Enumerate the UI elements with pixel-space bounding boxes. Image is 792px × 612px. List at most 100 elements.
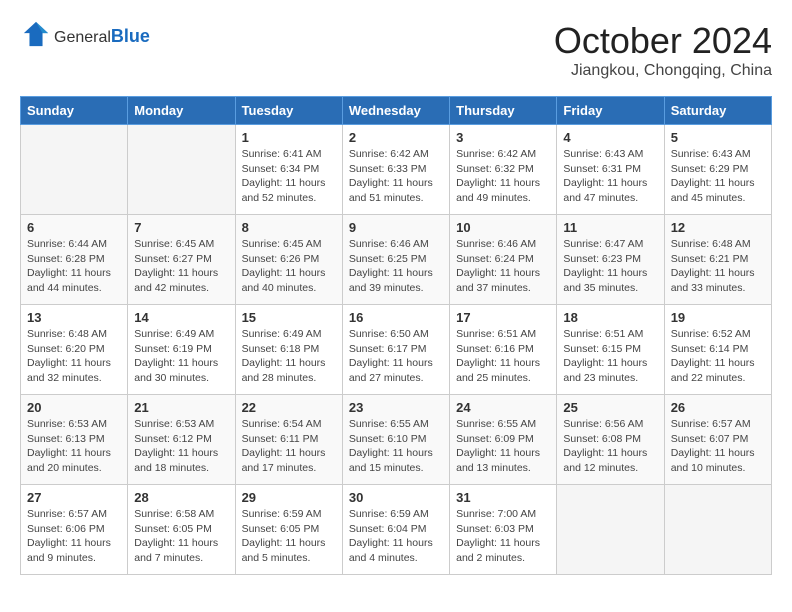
day-number: 6 <box>27 220 121 235</box>
day-cell: 31 Sunrise: 7:00 AM Sunset: 6:03 PM Dayli… <box>450 485 557 575</box>
logo-icon <box>22 20 50 48</box>
logo: General Blue <box>20 20 150 53</box>
day-cell: 2 Sunrise: 6:42 AM Sunset: 6:33 PM Daylig… <box>342 125 449 215</box>
day-info: Sunrise: 6:53 AM Sunset: 6:12 PM Dayligh… <box>134 417 228 476</box>
day-cell: 4 Sunrise: 6:43 AM Sunset: 6:31 PM Daylig… <box>557 125 664 215</box>
day-cell: 12 Sunrise: 6:48 AM Sunset: 6:21 PM Dayli… <box>664 215 771 305</box>
day-cell: 20 Sunrise: 6:53 AM Sunset: 6:13 PM Dayli… <box>21 395 128 485</box>
day-header-saturday: Saturday <box>664 97 771 125</box>
calendar-table: SundayMondayTuesdayWednesdayThursdayFrid… <box>20 96 772 575</box>
day-info: Sunrise: 6:49 AM Sunset: 6:18 PM Dayligh… <box>242 327 336 386</box>
day-number: 14 <box>134 310 228 325</box>
logo-blue-text: Blue <box>111 26 150 47</box>
day-cell: 18 Sunrise: 6:51 AM Sunset: 6:15 PM Dayli… <box>557 305 664 395</box>
day-info: Sunrise: 6:43 AM Sunset: 6:29 PM Dayligh… <box>671 147 765 206</box>
day-number: 5 <box>671 130 765 145</box>
day-info: Sunrise: 6:55 AM Sunset: 6:09 PM Dayligh… <box>456 417 550 476</box>
day-number: 27 <box>27 490 121 505</box>
day-cell: 27 Sunrise: 6:57 AM Sunset: 6:06 PM Dayli… <box>21 485 128 575</box>
days-header-row: SundayMondayTuesdayWednesdayThursdayFrid… <box>21 97 772 125</box>
day-cell: 23Sunrise: 6:55 AM Sunset: 6:10 PM Dayli… <box>342 395 449 485</box>
day-info: Sunrise: 6:48 AM Sunset: 6:21 PM Dayligh… <box>671 237 765 296</box>
day-info: Sunrise: 6:43 AM Sunset: 6:31 PM Dayligh… <box>563 147 657 206</box>
day-header-tuesday: Tuesday <box>235 97 342 125</box>
day-number: 10 <box>456 220 550 235</box>
day-info: Sunrise: 6:42 AM Sunset: 6:32 PM Dayligh… <box>456 147 550 206</box>
day-info: Sunrise: 6:56 AM Sunset: 6:08 PM Dayligh… <box>563 417 657 476</box>
day-info: Sunrise: 6:58 AM Sunset: 6:05 PM Dayligh… <box>134 507 228 566</box>
day-cell: 19 Sunrise: 6:52 AM Sunset: 6:14 PM Dayli… <box>664 305 771 395</box>
day-number: 15 <box>242 310 336 325</box>
day-number: 26 <box>671 400 765 415</box>
day-cell: 13Sunrise: 6:48 AM Sunset: 6:20 PM Dayli… <box>21 305 128 395</box>
day-info: Sunrise: 6:55 AM Sunset: 6:10 PM Dayligh… <box>349 417 443 476</box>
day-info: Sunrise: 6:48 AM Sunset: 6:20 PM Dayligh… <box>27 327 121 386</box>
day-info: Sunrise: 6:46 AM Sunset: 6:24 PM Dayligh… <box>456 237 550 296</box>
day-number: 30 <box>349 490 443 505</box>
day-number: 16 <box>349 310 443 325</box>
day-number: 22 <box>242 400 336 415</box>
day-cell: 5 Sunrise: 6:43 AM Sunset: 6:29 PM Daylig… <box>664 125 771 215</box>
day-info: Sunrise: 6:51 AM Sunset: 6:16 PM Dayligh… <box>456 327 550 386</box>
day-number: 4 <box>563 130 657 145</box>
day-number: 19 <box>671 310 765 325</box>
logo-general-text: General <box>54 29 111 47</box>
day-header-monday: Monday <box>128 97 235 125</box>
day-number: 1 <box>242 130 336 145</box>
day-cell: 11Sunrise: 6:47 AM Sunset: 6:23 PM Dayli… <box>557 215 664 305</box>
day-header-thursday: Thursday <box>450 97 557 125</box>
calendar-week-row: 6 Sunrise: 6:44 AM Sunset: 6:28 PM Daylig… <box>21 215 772 305</box>
day-info: Sunrise: 6:51 AM Sunset: 6:15 PM Dayligh… <box>563 327 657 386</box>
day-info: Sunrise: 6:57 AM Sunset: 6:06 PM Dayligh… <box>27 507 121 566</box>
calendar-week-row: 20 Sunrise: 6:53 AM Sunset: 6:13 PM Dayli… <box>21 395 772 485</box>
empty-cell <box>128 125 235 215</box>
day-info: Sunrise: 6:50 AM Sunset: 6:17 PM Dayligh… <box>349 327 443 386</box>
day-cell: 25 Sunrise: 6:56 AM Sunset: 6:08 PM Dayli… <box>557 395 664 485</box>
day-cell: 3 Sunrise: 6:42 AM Sunset: 6:32 PM Daylig… <box>450 125 557 215</box>
month-title: October 2024 <box>554 20 772 62</box>
day-info: Sunrise: 6:47 AM Sunset: 6:23 PM Dayligh… <box>563 237 657 296</box>
day-cell: 8 Sunrise: 6:45 AM Sunset: 6:26 PM Daylig… <box>235 215 342 305</box>
calendar-week-row: 1 Sunrise: 6:41 AM Sunset: 6:34 PM Daylig… <box>21 125 772 215</box>
day-number: 8 <box>242 220 336 235</box>
day-number: 9 <box>349 220 443 235</box>
day-info: Sunrise: 6:44 AM Sunset: 6:28 PM Dayligh… <box>27 237 121 296</box>
day-info: Sunrise: 6:46 AM Sunset: 6:25 PM Dayligh… <box>349 237 443 296</box>
day-cell: 10 Sunrise: 6:46 AM Sunset: 6:24 PM Dayli… <box>450 215 557 305</box>
day-number: 12 <box>671 220 765 235</box>
day-cell: 29 Sunrise: 6:59 AM Sunset: 6:05 PM Dayli… <box>235 485 342 575</box>
day-cell: 9 Sunrise: 6:46 AM Sunset: 6:25 PM Daylig… <box>342 215 449 305</box>
day-cell: 6 Sunrise: 6:44 AM Sunset: 6:28 PM Daylig… <box>21 215 128 305</box>
day-header-sunday: Sunday <box>21 97 128 125</box>
day-number: 29 <box>242 490 336 505</box>
day-info: Sunrise: 6:45 AM Sunset: 6:26 PM Dayligh… <box>242 237 336 296</box>
day-info: Sunrise: 6:53 AM Sunset: 6:13 PM Dayligh… <box>27 417 121 476</box>
day-info: Sunrise: 6:59 AM Sunset: 6:04 PM Dayligh… <box>349 507 443 566</box>
title-block: October 2024 Jiangkou, Chongqing, China <box>554 20 772 80</box>
day-info: Sunrise: 6:59 AM Sunset: 6:05 PM Dayligh… <box>242 507 336 566</box>
day-number: 25 <box>563 400 657 415</box>
empty-cell <box>664 485 771 575</box>
day-number: 18 <box>563 310 657 325</box>
day-info: Sunrise: 7:00 AM Sunset: 6:03 PM Dayligh… <box>456 507 550 566</box>
day-number: 31 <box>456 490 550 505</box>
day-number: 2 <box>349 130 443 145</box>
calendar-week-row: 27 Sunrise: 6:57 AM Sunset: 6:06 PM Dayli… <box>21 485 772 575</box>
day-cell: 7Sunrise: 6:45 AM Sunset: 6:27 PM Daylig… <box>128 215 235 305</box>
day-info: Sunrise: 6:42 AM Sunset: 6:33 PM Dayligh… <box>349 147 443 206</box>
day-number: 17 <box>456 310 550 325</box>
day-number: 28 <box>134 490 228 505</box>
day-cell: 22Sunrise: 6:54 AM Sunset: 6:11 PM Dayli… <box>235 395 342 485</box>
day-cell: 28 Sunrise: 6:58 AM Sunset: 6:05 PM Dayli… <box>128 485 235 575</box>
day-number: 20 <box>27 400 121 415</box>
day-number: 21 <box>134 400 228 415</box>
day-cell: 24Sunrise: 6:55 AM Sunset: 6:09 PM Dayli… <box>450 395 557 485</box>
day-cell: 16 Sunrise: 6:50 AM Sunset: 6:17 PM Dayli… <box>342 305 449 395</box>
day-cell: 1 Sunrise: 6:41 AM Sunset: 6:34 PM Daylig… <box>235 125 342 215</box>
day-info: Sunrise: 6:52 AM Sunset: 6:14 PM Dayligh… <box>671 327 765 386</box>
day-cell: 26Sunrise: 6:57 AM Sunset: 6:07 PM Dayli… <box>664 395 771 485</box>
day-info: Sunrise: 6:41 AM Sunset: 6:34 PM Dayligh… <box>242 147 336 206</box>
day-number: 3 <box>456 130 550 145</box>
day-cell: 21 Sunrise: 6:53 AM Sunset: 6:12 PM Dayli… <box>128 395 235 485</box>
day-cell: 15 Sunrise: 6:49 AM Sunset: 6:18 PM Dayli… <box>235 305 342 395</box>
